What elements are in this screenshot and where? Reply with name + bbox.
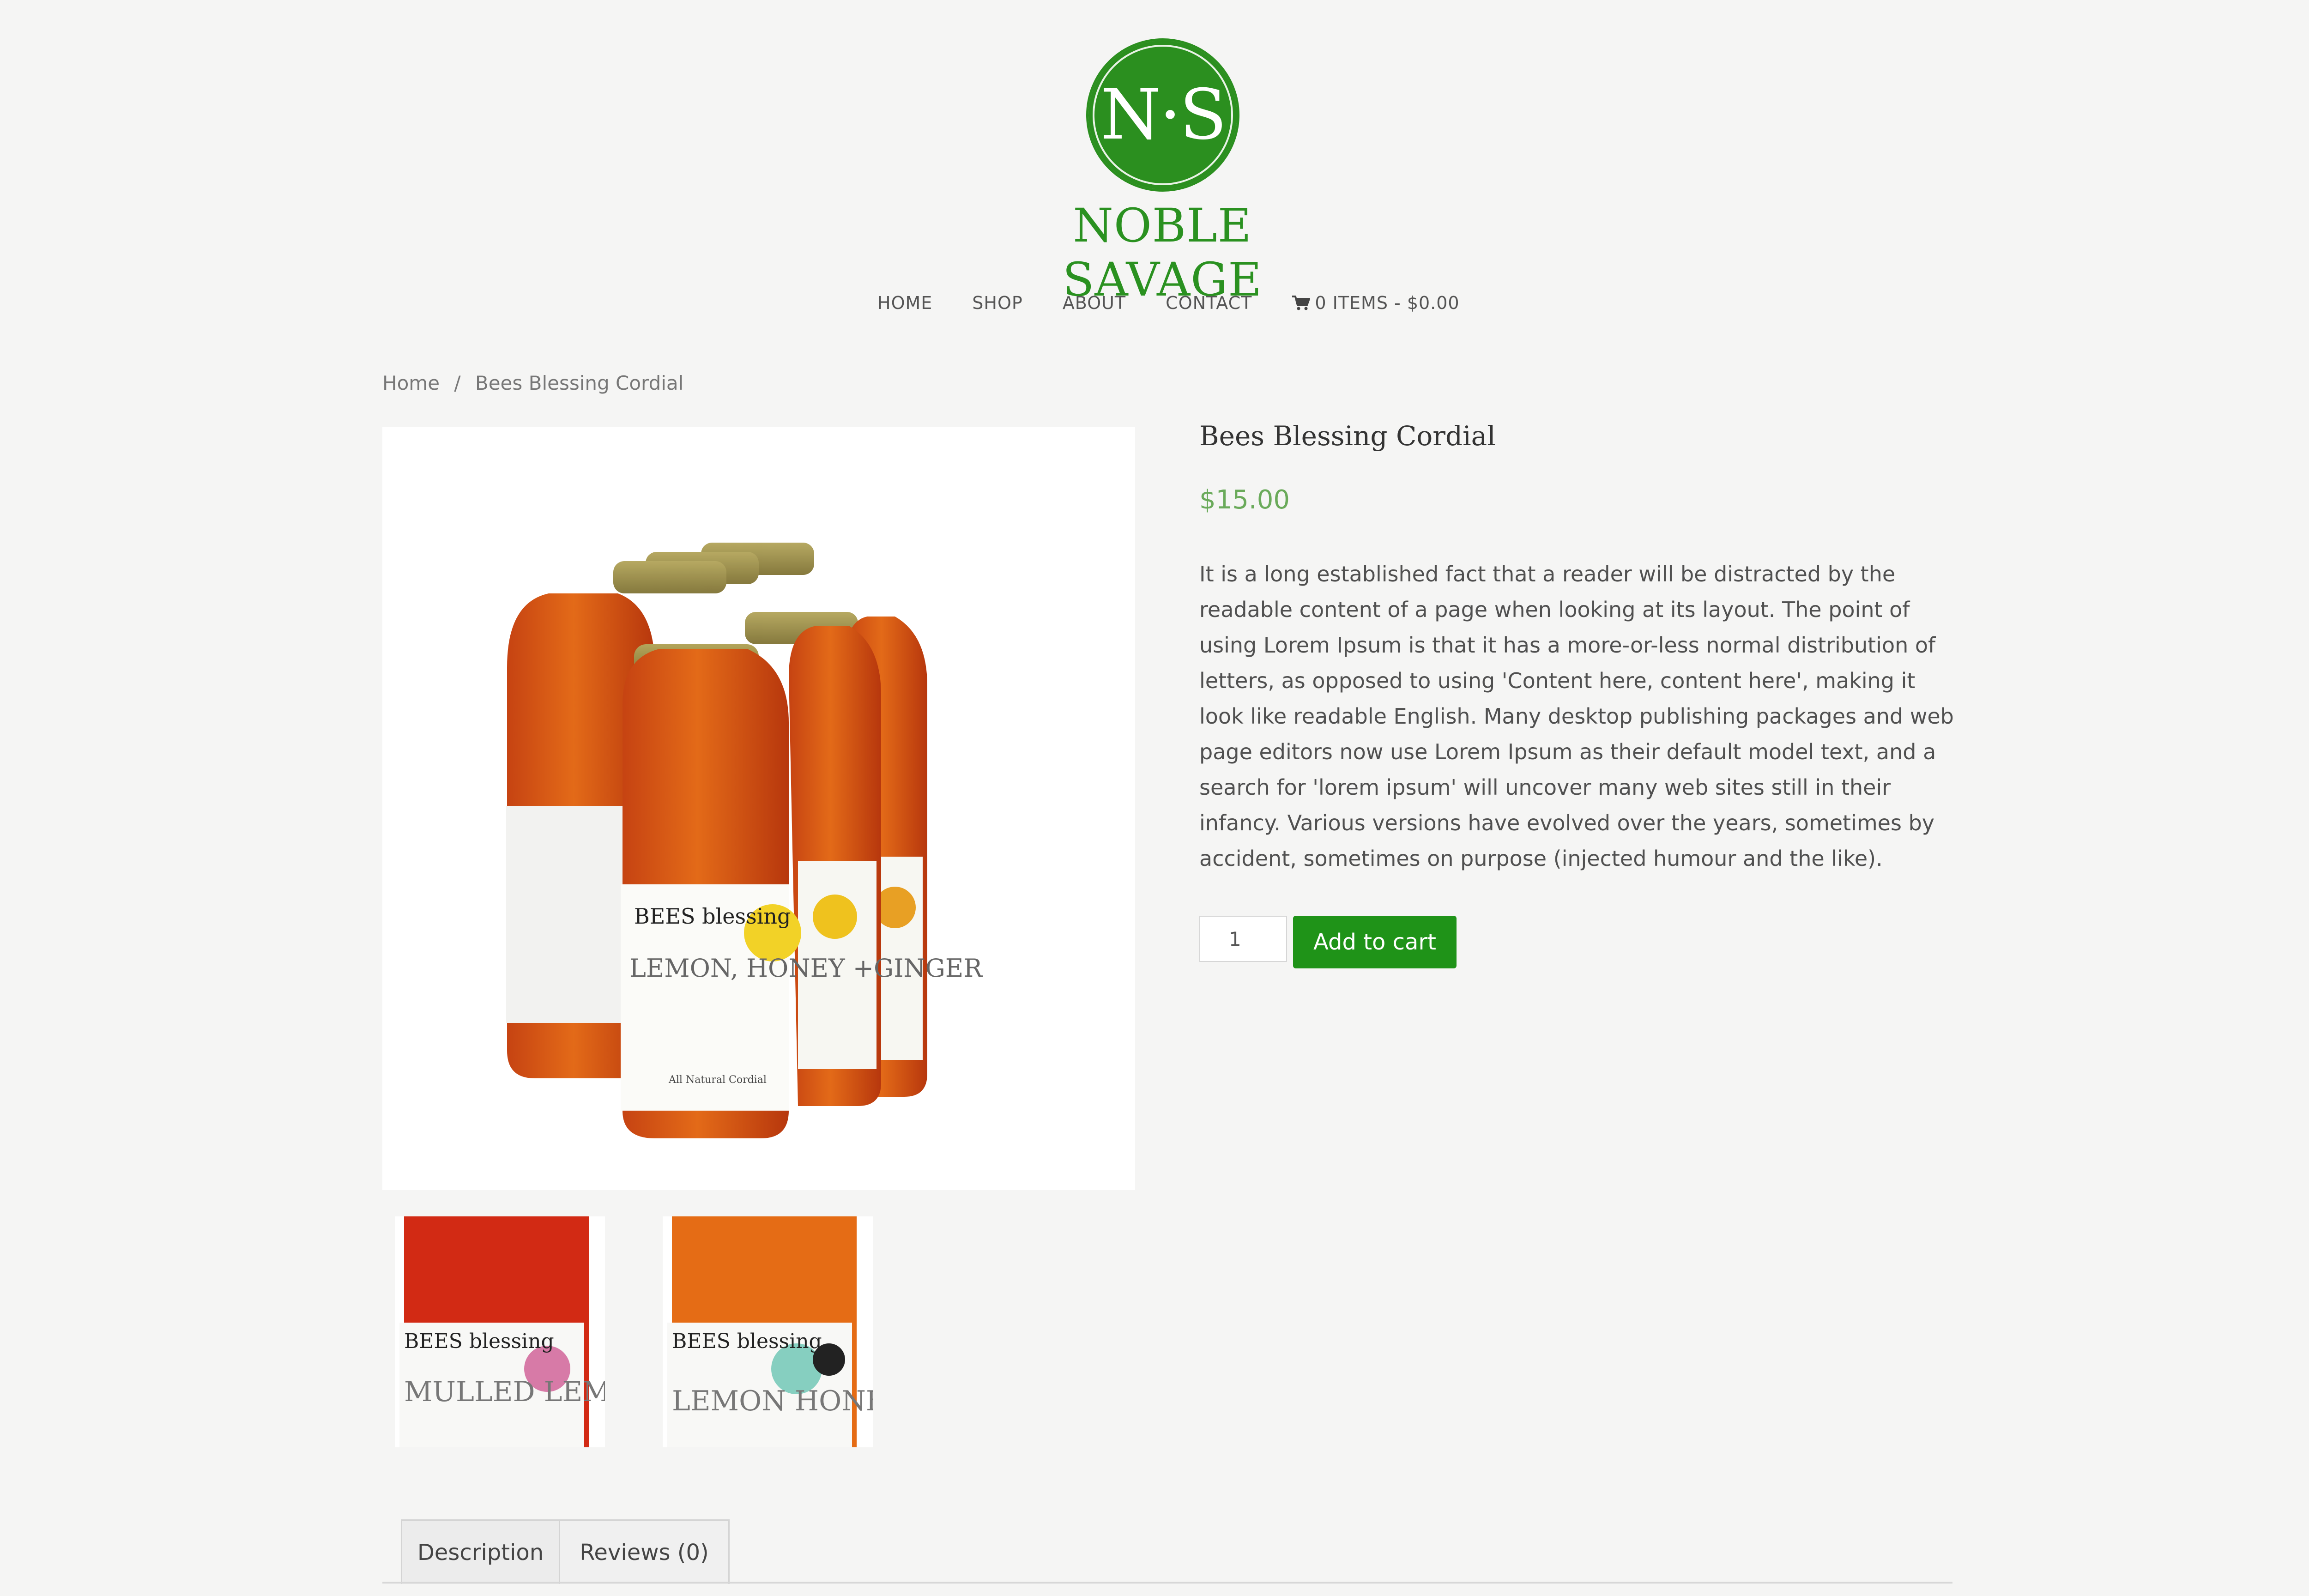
tab-description[interactable]: Description xyxy=(401,1519,560,1584)
thumbnail-bottle-illustration: BEES blessing LEMON HONEY xyxy=(667,1216,873,1447)
main-label-sub: All Natural Cordial xyxy=(668,1074,767,1086)
breadcrumb: Home / Bees Blessing Cordial xyxy=(382,372,683,394)
thumb1-label-brand: BEES blessing xyxy=(404,1330,554,1353)
thumb2-label-flavor: LEMON HONEY xyxy=(672,1385,873,1417)
breadcrumb-separator: / xyxy=(454,372,461,394)
brand-monogram: N·S xyxy=(1100,75,1227,155)
tabs-divider xyxy=(382,1582,1952,1584)
product-price: $15.00 xyxy=(1199,485,1290,515)
breadcrumb-home[interactable]: Home xyxy=(382,372,440,394)
product-description: It is a long established fact that a rea… xyxy=(1199,562,1954,871)
product-thumbnail[interactable]: BEES blessing LEMON HONEY xyxy=(663,1216,873,1447)
brand-logo[interactable]: N·S xyxy=(1086,38,1239,192)
tab-reviews[interactable]: Reviews (0) xyxy=(559,1519,730,1584)
cart-icon xyxy=(1292,296,1311,310)
thumb1-label-flavor: MULLED LEMON xyxy=(404,1376,605,1408)
product-main-image[interactable]: BEES blessing LEMON, HONEY +GINGER All N… xyxy=(382,427,1135,1190)
nav-contact[interactable]: CONTACT xyxy=(1166,293,1252,313)
nav-shop[interactable]: SHOP xyxy=(972,293,1023,313)
main-nav: HOME SHOP ABOUT CONTACT 0 ITEMS - $0.00 xyxy=(877,289,1460,317)
nav-cart[interactable]: 0 ITEMS - $0.00 xyxy=(1292,293,1459,313)
quantity-input[interactable] xyxy=(1199,916,1287,962)
main-label-flavor: LEMON, HONEY +GINGER xyxy=(629,954,983,983)
cart-summary: 0 ITEMS - $0.00 xyxy=(1315,293,1460,313)
add-to-cart-button[interactable]: Add to cart xyxy=(1293,916,1457,968)
thumb2-label-brand: BEES blessing xyxy=(672,1330,822,1353)
cordial-bottles-illustration: BEES blessing LEMON, HONEY +GINGER All N… xyxy=(506,543,983,1138)
nav-about[interactable]: ABOUT xyxy=(1063,293,1126,313)
thumbnail-bottle-illustration: BEES blessing MULLED LEMON xyxy=(399,1216,605,1447)
nav-home[interactable]: HOME xyxy=(877,293,932,313)
breadcrumb-current: Bees Blessing Cordial xyxy=(475,372,684,394)
main-label-brand: BEES blessing xyxy=(634,904,791,929)
product-thumbnail[interactable]: BEES blessing MULLED LEMON xyxy=(395,1216,605,1447)
product-title: Bees Blessing Cordial xyxy=(1199,420,1496,452)
